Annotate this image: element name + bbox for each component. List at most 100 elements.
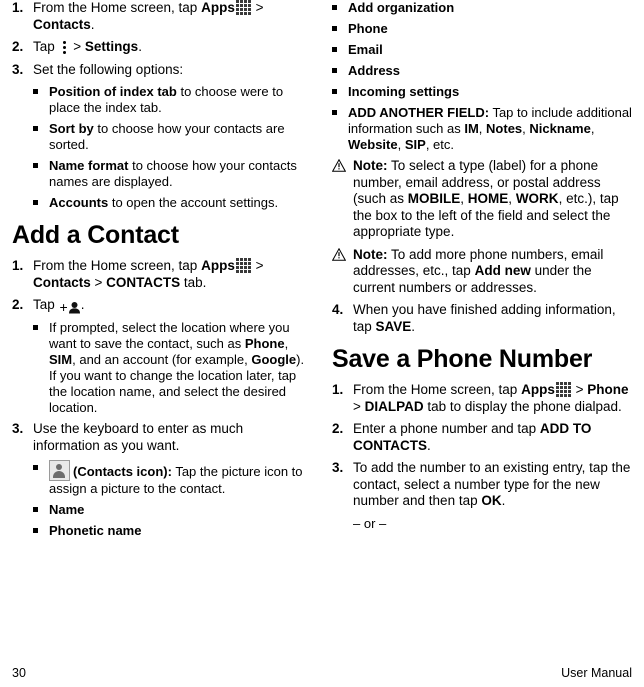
apps-label: Apps: [521, 382, 555, 397]
prompt-bullet-list: If prompted, select the location where y…: [33, 320, 312, 416]
bullet-term: ADD ANOTHER FIELD:: [348, 105, 490, 120]
notes-label: Notes: [486, 121, 523, 136]
bullet-term: Sort by: [49, 121, 94, 136]
bullet-text: Accounts to open the account settings.: [49, 195, 312, 211]
apps-label: Apps: [201, 0, 235, 15]
bullet-text: Phonetic name: [49, 523, 312, 539]
bullet-text: Phone: [348, 21, 632, 37]
list-item: 3. To add the number to an existing entr…: [332, 460, 632, 510]
sip-label: SIP: [404, 137, 426, 152]
step-text-lead: From the Home screen, tap: [33, 0, 202, 15]
note-label: Note:: [353, 246, 388, 262]
bullet-text: ADD ANOTHER FIELD: Tap to include additi…: [348, 105, 632, 153]
step-number: 1.: [12, 258, 24, 273]
bullet-text: Add organization: [348, 0, 632, 16]
bullet-term: Incoming settings: [348, 84, 460, 99]
square-bullet-icon: [33, 195, 49, 211]
phone-label: Phone: [244, 336, 285, 351]
square-bullet-icon: [33, 84, 49, 116]
list-item: ADD ANOTHER FIELD: Tap to include additi…: [332, 105, 632, 153]
step-number: 2.: [12, 39, 24, 54]
step-text-tail: .: [138, 39, 142, 54]
bullet-term: Name format: [49, 158, 129, 173]
square-bullet-icon: [33, 523, 49, 539]
add-new-label: Add new: [474, 263, 531, 278]
square-bullet-icon: [332, 63, 348, 79]
footer-page-number: 30: [12, 666, 26, 680]
contacts-label: Contacts: [33, 16, 91, 32]
sep2: , and an account (for example,: [72, 352, 252, 367]
list-item: 3. Use the keyboard to enter as much inf…: [12, 421, 312, 454]
step-separator: >: [251, 258, 264, 273]
or-separator: – or –: [353, 515, 387, 531]
square-bullet-icon: [332, 105, 348, 153]
sep: ,: [460, 191, 468, 206]
step-text-tail: .: [501, 493, 506, 508]
note-text: Note: To select a type (label) for a pho…: [353, 158, 632, 241]
step-number: 1.: [12, 0, 24, 15]
page-title-save-a-phone-number: Save a Phone Number: [332, 345, 593, 373]
bullet-text: Incoming settings: [348, 84, 632, 100]
fields-bullet-list-continued: Add organization Phone Email Address Inc…: [332, 0, 632, 153]
bullet-desc-tail: , etc.: [425, 137, 454, 152]
bullet-text: If prompted, select the location where y…: [49, 320, 312, 416]
contacts-tab-label: CONTACTS: [106, 274, 181, 290]
list-item: (Contacts icon): Tap the picture icon to…: [33, 460, 312, 497]
list-item: 3. Set the following options:: [12, 62, 312, 79]
step-number: 2.: [12, 297, 24, 312]
bullet-text: (Contacts icon): Tap the picture icon to…: [49, 460, 312, 497]
list-item: Position of index tab to choose were to …: [33, 84, 312, 116]
step-text: From the Home screen, tap Apps > Contact…: [33, 0, 312, 33]
step-text: Set the following options:: [33, 61, 184, 77]
step-text-lead: Enter a phone number and tap: [353, 421, 540, 436]
square-bullet-icon: [33, 460, 49, 497]
step-number: 2.: [332, 421, 344, 436]
left-column: 1. From the Home screen, tap Apps > Cont…: [12, 0, 312, 652]
step-text-lead: From the Home screen, tap: [353, 382, 522, 397]
step-number: 3.: [12, 421, 24, 436]
step-text-lead: Tap: [33, 39, 59, 54]
page-title-add-a-contact: Add a Contact: [12, 221, 179, 249]
note-label: Note:: [353, 158, 388, 173]
list-item: Address: [332, 63, 632, 79]
options-bullet-list: Position of index tab to choose were to …: [33, 84, 312, 211]
list-item: Name format to choose how your contacts …: [33, 158, 312, 190]
sep: ,: [508, 191, 516, 206]
list-item: 2. Tap > Settings.: [12, 39, 312, 56]
square-bullet-icon: [332, 42, 348, 58]
google-label: Google: [251, 352, 297, 367]
sep: ,: [284, 336, 289, 351]
step-text: From the Home screen, tap Apps > Contact…: [33, 258, 312, 291]
step-text: Tap +.: [33, 297, 312, 314]
list-item: Name: [33, 502, 312, 518]
two-column-layout: 1. From the Home screen, tap Apps > Cont…: [12, 0, 632, 652]
sep: ,: [478, 121, 487, 136]
list-item: 2. Enter a phone number and tap ADD TO C…: [332, 421, 632, 454]
sep: ,: [397, 137, 405, 152]
list-item: 1. From the Home screen, tap Apps > Cont…: [12, 258, 312, 291]
step-text: To add the number to an existing entry, …: [353, 460, 632, 510]
bullet-text: Address: [348, 63, 632, 79]
step-separator: >: [571, 382, 588, 397]
contacts-label: Contacts: [33, 274, 91, 290]
square-bullet-icon: [33, 158, 49, 190]
step-text-tail: .: [80, 297, 85, 312]
bullet-term: Phone: [348, 21, 388, 36]
warning-triangle-icon: [332, 247, 353, 297]
list-item: Phonetic name: [33, 523, 312, 539]
sim-label: SIM: [49, 352, 73, 367]
fields-bullet-list: (Contacts icon): Tap the picture icon to…: [33, 460, 312, 539]
step-text: From the Home screen, tap Apps > Phone >…: [353, 382, 632, 415]
square-bullet-icon: [332, 21, 348, 37]
square-bullet-icon: [33, 121, 49, 153]
list-item: 1. From the Home screen, tap Apps > Phon…: [332, 382, 632, 415]
bullet-desc: to open the account settings.: [108, 195, 279, 210]
website-label: Website: [348, 137, 398, 152]
apps-grid-icon: [235, 0, 251, 15]
step-separator: >: [69, 39, 85, 54]
list-item: Sort by to choose how your contacts are …: [33, 121, 312, 153]
step-text-lead: Tap: [33, 297, 59, 312]
apps-grid-icon: [555, 382, 571, 397]
mobile-label: MOBILE: [407, 191, 461, 206]
step-text: When you have finished adding informatio…: [353, 302, 632, 335]
